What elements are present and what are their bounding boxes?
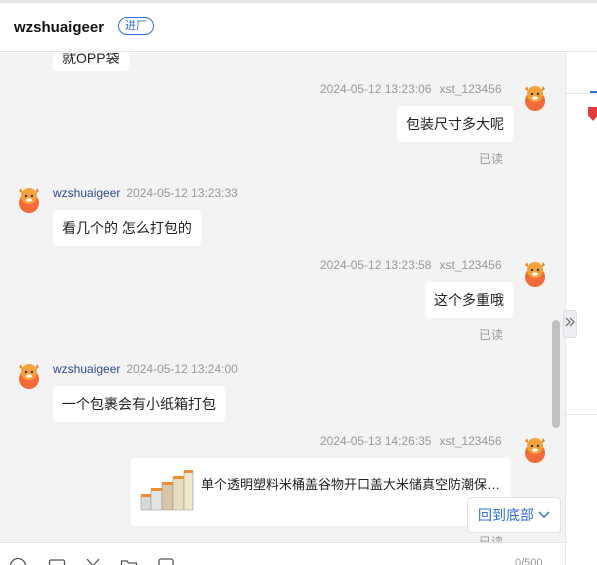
scissors-icon[interactable] xyxy=(84,557,102,565)
chevron-down-icon xyxy=(538,511,550,519)
avatar-icon[interactable] xyxy=(520,433,550,463)
message-sender[interactable]: wzshuaigeer xyxy=(53,186,120,200)
input-toolbar: 0/500 xyxy=(0,542,565,565)
history-icon[interactable] xyxy=(157,557,175,565)
read-status: 已读 xyxy=(479,328,504,342)
message-text: 一个包裹会有小纸箱打包 xyxy=(62,396,216,412)
message-meta: wzshuaigeer 2024-05-12 13:23:33 xyxy=(53,186,238,200)
folder-icon[interactable] xyxy=(120,557,138,565)
message-bubble: 这个多重哦 xyxy=(425,282,513,318)
contact-tag-badge: 进厂 xyxy=(118,17,154,35)
emoji-icon[interactable] xyxy=(9,557,27,565)
message-text: 看几个的 怎么打包的 xyxy=(62,220,192,236)
message-text: 这个多重哦 xyxy=(434,292,504,308)
message-bubble: 就OPP袋 xyxy=(53,53,129,71)
message-text: 就OPP袋 xyxy=(62,53,120,66)
message-timestamp: 2024-05-12 13:23:06 xyxy=(320,82,432,96)
avatar-icon[interactable] xyxy=(14,183,44,213)
message-sender: xst_123456 xyxy=(439,434,502,448)
message-bubble: 一个包裹会有小纸箱打包 xyxy=(53,386,225,422)
expand-panel-button[interactable] xyxy=(563,310,577,338)
product-thumbnail xyxy=(140,470,194,511)
message-meta: 2024-05-12 13:23:58 xst_123456 xyxy=(320,258,502,272)
message-sender: xst_123456 xyxy=(439,258,502,272)
message-sender[interactable]: wzshuaigeer xyxy=(53,362,120,376)
image-icon[interactable] xyxy=(48,557,66,565)
message-timestamp: 2024-05-12 13:24:00 xyxy=(126,362,238,376)
char-count: 0/500 xyxy=(515,557,543,565)
message-list[interactable]: 就OPP袋 2024-05-12 13:23:06 xst_123456 包装尺寸… xyxy=(0,53,565,565)
read-status: 已读 xyxy=(479,152,504,166)
avatar-icon[interactable] xyxy=(520,81,550,111)
scroll-to-bottom-label: 回到底部 xyxy=(478,507,534,523)
divider xyxy=(566,93,597,94)
message-timestamp: 2024-05-13 14:26:35 xyxy=(320,434,432,448)
message-bubble: 包装尺寸多大呢 xyxy=(397,106,513,142)
product-title: 单个透明塑料米桶盖谷物开口盖大米储真空防潮保鲜收... xyxy=(201,477,501,492)
scroll-to-bottom-button[interactable]: 回到底部 xyxy=(467,497,561,533)
message-timestamp: 2024-05-12 13:23:58 xyxy=(320,258,432,272)
message-meta: 2024-05-13 14:26:35 xst_123456 xyxy=(320,434,502,448)
message-meta: wzshuaigeer 2024-05-12 13:24:00 xyxy=(53,362,238,376)
double-chevron-right-icon xyxy=(565,317,575,327)
avatar-icon[interactable] xyxy=(14,359,44,389)
chat-header: wzshuaigeer 进厂 xyxy=(0,3,597,52)
divider xyxy=(566,414,597,415)
product-card[interactable]: 单个透明塑料米桶盖谷物开口盖大米储真空防潮保鲜收... xyxy=(131,458,511,526)
scrollbar-thumb[interactable] xyxy=(552,320,560,428)
message-text: 包装尺寸多大呢 xyxy=(406,116,504,132)
message-meta: 2024-05-12 13:23:06 xst_123456 xyxy=(320,82,502,96)
message-sender: xst_123456 xyxy=(439,82,502,96)
side-panel xyxy=(565,53,597,565)
avatar-icon[interactable] xyxy=(520,257,550,287)
coupon-icon[interactable] xyxy=(588,107,597,121)
message-bubble: 看几个的 怎么打包的 xyxy=(53,210,201,246)
contact-name[interactable]: wzshuaigeer xyxy=(14,19,104,36)
message-timestamp: 2024-05-12 13:23:33 xyxy=(126,186,238,200)
